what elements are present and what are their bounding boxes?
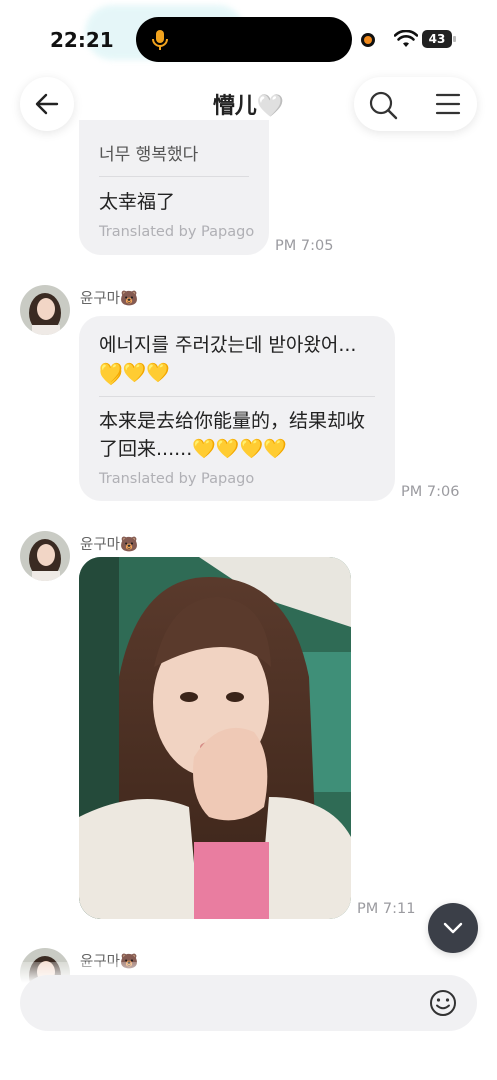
microphone-icon (152, 30, 168, 50)
translation-credit: Translated by Papago (99, 471, 255, 487)
translation-credit: Translated by Papago (99, 224, 255, 240)
message-bubble[interactable]: 에너지를 주러갔는데 받아왔어...💛 💛💛💛 本来是去给你能量的，结果却收 了… (79, 316, 395, 501)
search-icon[interactable] (368, 90, 398, 120)
avatar-image (20, 531, 70, 581)
sender-name: 윤구마🐻 (80, 291, 139, 307)
message-translated-text: 本来是去给你能量的，结果却收 (99, 410, 366, 432)
menu-icon[interactable] (434, 91, 462, 117)
message-original-text: 💛💛💛 (99, 362, 170, 384)
message-composer (20, 975, 477, 1031)
message-time: PM 7:06 (401, 484, 460, 500)
avatar[interactable] (20, 285, 70, 335)
message-original-text: 너무 행복했다 (99, 145, 199, 165)
message-time: PM 7:05 (275, 238, 334, 254)
wifi-icon (394, 30, 418, 47)
message-translated-text: 太幸福了 (99, 191, 176, 213)
photo-image (79, 557, 351, 919)
smiley-icon[interactable] (428, 988, 458, 1018)
header-actions (354, 77, 477, 131)
message-bubble[interactable]: 너무 행복했다 太幸福了 Translated by Papago (79, 120, 269, 255)
message-time: PM 7:11 (357, 901, 416, 917)
recording-indicator (361, 33, 375, 47)
translation-divider (99, 176, 249, 177)
status-bar: 22:21 43 (0, 0, 497, 80)
avatar[interactable] (20, 531, 70, 581)
scroll-to-bottom-button[interactable] (428, 903, 478, 953)
message-translated-text: 了回来......💛💛💛💛 (99, 438, 287, 460)
chevron-down-icon (443, 922, 463, 934)
photo-message[interactable] (79, 557, 351, 919)
status-time: 22:21 (50, 28, 114, 52)
avatar-image (20, 285, 70, 335)
battery-indicator: 43 (422, 30, 456, 48)
translation-divider (99, 396, 375, 397)
message-input[interactable] (42, 989, 422, 1017)
sender-name: 윤구마🐻 (80, 537, 139, 553)
